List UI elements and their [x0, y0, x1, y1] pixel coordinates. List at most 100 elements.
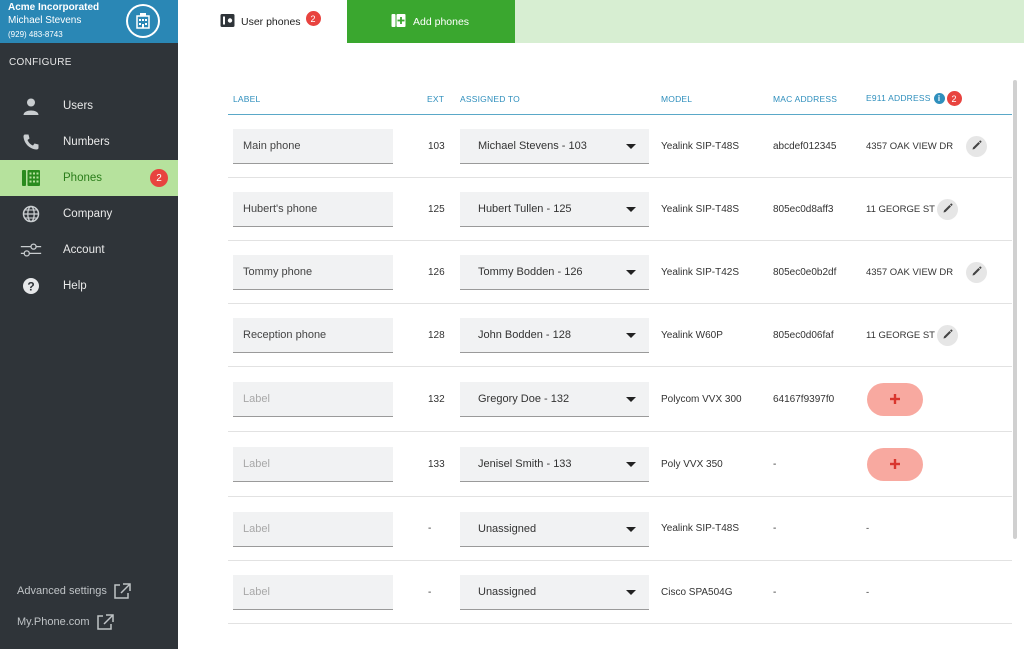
caret-down-icon [626, 207, 636, 212]
edit-e911-button[interactable] [966, 136, 987, 157]
sidebar-item-phones[interactable]: Phones 2 [0, 160, 178, 196]
e911-address-cell: 11 GEORGE ST [866, 330, 935, 341]
e911-address-cell: - [866, 587, 870, 598]
column-header-mac-address[interactable]: MAC ADDRESS [773, 94, 837, 104]
configure-section-title: CONFIGURE [9, 57, 72, 68]
mac-address-cell: abcdef012345 [773, 141, 837, 152]
desk-phone-icon [20, 167, 42, 189]
assigned-to-value: Unassigned [478, 523, 537, 535]
label-input[interactable] [233, 192, 393, 227]
tab-add-phones[interactable]: Add phones [347, 0, 515, 43]
help-icon: ? [20, 275, 42, 297]
assigned-to-dropdown[interactable]: Michael Stevens - 103 [460, 129, 649, 164]
caret-down-icon [626, 333, 636, 338]
pencil-icon [971, 138, 982, 156]
model-cell: Yealink SIP-T48S [661, 204, 740, 215]
label-input[interactable] [233, 447, 393, 482]
globe-icon [20, 203, 42, 225]
account-header[interactable]: Acme Incorporated Michael Stevens (929) … [0, 0, 178, 43]
extension-cell: - [428, 587, 432, 598]
table-row: 128 John Bodden - 128 Yealink W60P 805ec0d0… [228, 304, 1012, 367]
my-phone-com-label: My.Phone.com [17, 616, 90, 628]
sidebar-item-label: Numbers [63, 136, 110, 148]
sidebar-item-label: Users [63, 100, 94, 112]
column-header-ext[interactable]: EXT [427, 94, 444, 104]
e911-alert-badge: 2 [946, 91, 962, 106]
assigned-to-dropdown[interactable]: Unassigned [460, 512, 649, 547]
user-icon [20, 95, 42, 117]
assigned-to-dropdown[interactable]: Tommy Bodden - 126 [460, 255, 649, 290]
extension-cell: 126 [428, 267, 445, 278]
svg-text:?: ? [27, 280, 34, 294]
label-input[interactable] [233, 255, 393, 290]
assigned-to-dropdown[interactable]: Unassigned [460, 575, 649, 610]
info-icon[interactable]: i [933, 93, 945, 104]
caret-down-icon [626, 397, 636, 402]
my-phone-com-link[interactable]: My.Phone.com [17, 614, 114, 630]
advanced-settings-link[interactable]: Advanced settings [17, 583, 131, 599]
sidebar-item-users[interactable]: Users [0, 88, 178, 124]
label-input[interactable] [233, 512, 393, 547]
sidebar-item-label: Help [63, 280, 87, 292]
mac-address-cell: 805ec0d8aff3 [773, 204, 834, 215]
table-body: 103 Michael Stevens - 103 Yealink SIP-T48S… [228, 115, 1012, 624]
vertical-scrollbar[interactable] [1013, 80, 1017, 539]
phones-table: LABEL EXT ASSIGNED TO MODEL MAC ADDRESS … [228, 80, 1012, 624]
tab-bar: User phones 2 Add phones [178, 0, 1024, 43]
sidebar-item-help[interactable]: ? Help [0, 268, 178, 304]
table-row: - Unassigned Yealink SIP-T48S - - [228, 497, 1012, 561]
e911-address-cell: - [866, 523, 870, 534]
column-header-assigned-to[interactable]: ASSIGNED TO [460, 94, 520, 104]
external-link-icon [113, 583, 131, 599]
caret-down-icon [626, 144, 636, 149]
assigned-to-dropdown[interactable]: Jenisel Smith - 133 [460, 447, 649, 482]
phones-count-badge: 2 [150, 169, 168, 187]
tab-add-phones-label: Add phones [413, 15, 470, 28]
e911-address-cell: 11 GEORGE ST [866, 204, 935, 215]
sidebar-item-account[interactable]: Account [0, 232, 178, 268]
model-cell: Yealink SIP-T48S [661, 141, 740, 152]
extension-cell: 128 [428, 330, 445, 341]
assigned-to-dropdown[interactable]: John Bodden - 128 [460, 318, 649, 353]
pencil-icon [942, 201, 953, 219]
column-header-label[interactable]: LABEL [233, 94, 260, 104]
sidebar-item-numbers[interactable]: Numbers [0, 124, 178, 160]
assigned-to-value: Gregory Doe - 132 [478, 393, 570, 405]
tab-user-phones[interactable]: User phones 2 [178, 0, 347, 43]
mac-address-cell: 805ec0e0b2df [773, 267, 837, 278]
sidebar-item-company[interactable]: Company [0, 196, 178, 232]
label-input[interactable] [233, 318, 393, 353]
phone-list-icon [220, 13, 235, 31]
assigned-to-value: Hubert Tullen - 125 [478, 203, 572, 215]
sliders-icon [20, 239, 42, 261]
pencil-icon [942, 327, 953, 345]
label-input[interactable] [233, 382, 393, 417]
add-phone-icon [391, 13, 406, 31]
assigned-to-value: Tommy Bodden - 126 [478, 266, 583, 278]
edit-e911-button[interactable] [966, 262, 987, 283]
edit-e911-button[interactable] [937, 325, 958, 346]
sidebar-item-label: Phones [63, 172, 103, 184]
external-link-icon [96, 614, 114, 630]
edit-e911-button[interactable] [937, 199, 958, 220]
building-icon [128, 6, 158, 36]
model-cell: Yealink W60P [661, 330, 723, 341]
sidebar-item-label: Account [63, 244, 105, 256]
extension-cell: 132 [428, 394, 445, 405]
column-header-e911[interactable]: E911 ADDRESS i 2 [866, 91, 962, 106]
add-e911-button[interactable] [867, 383, 923, 416]
mac-address-cell: 805ec0d06faf [773, 330, 834, 341]
caret-down-icon [626, 527, 636, 532]
caret-down-icon [626, 590, 636, 595]
company-avatar[interactable] [126, 4, 160, 38]
add-e911-button[interactable] [867, 448, 923, 481]
label-input[interactable] [233, 129, 393, 164]
caret-down-icon [626, 270, 636, 275]
label-input[interactable] [233, 575, 393, 610]
assigned-to-dropdown[interactable]: Gregory Doe - 132 [460, 382, 649, 417]
assigned-to-dropdown[interactable]: Hubert Tullen - 125 [460, 192, 649, 227]
mac-address-cell: - [773, 459, 777, 470]
column-header-model[interactable]: MODEL [661, 94, 692, 104]
model-cell: Yealink SIP-T48S [661, 523, 740, 534]
table-row: 125 Hubert Tullen - 125 Yealink SIP-T48S 80… [228, 178, 1012, 241]
